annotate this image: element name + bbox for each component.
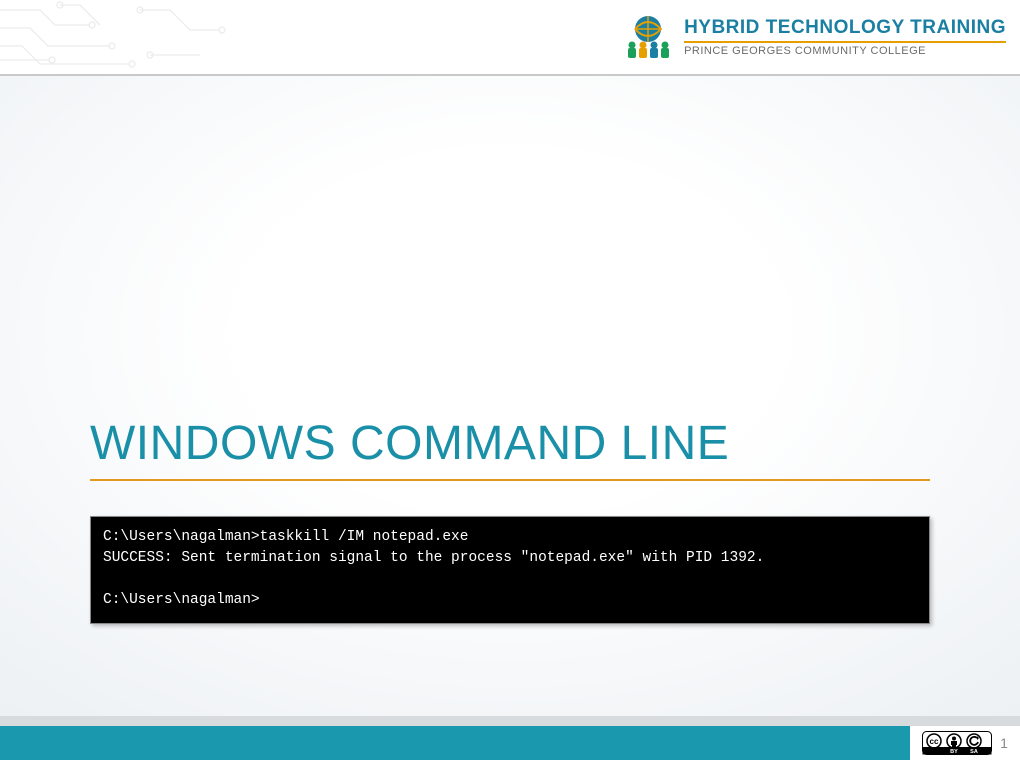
footer-bar: cc BY SA 1 [0,716,1020,765]
svg-text:cc: cc [930,737,939,746]
cc-by-sa-icon: cc BY SA [922,731,992,755]
brand-logo-block: HYBRID TECHNOLOGY TRAINING PRINCE GEORGE… [622,13,1006,61]
terminal-screenshot: C:\Users\nagalman>taskkill /IM notepad.e… [90,516,930,624]
people-globe-icon [622,13,674,61]
svg-text:BY: BY [950,749,958,755]
circuit-decoration [0,0,260,76]
page-number: 1 [1000,735,1008,751]
header-bar: HYBRID TECHNOLOGY TRAINING PRINCE GEORGE… [0,0,1020,76]
brand-subtitle: PRINCE GEORGES COMMUNITY COLLEGE [684,41,1006,57]
terminal-line: C:\Users\nagalman> [103,590,917,611]
slide-body: WINDOWS COMMAND LINE C:\Users\nagalman>t… [0,76,1020,716]
footer-right: cc BY SA 1 [910,716,1020,760]
terminal-line [103,569,917,590]
terminal-line: C:\Users\nagalman>taskkill /IM notepad.e… [103,527,917,548]
slide-title: WINDOWS COMMAND LINE [90,416,930,481]
brand-title: HYBRID TECHNOLOGY TRAINING [684,17,1006,39]
footer-accent [0,716,910,760]
terminal-line: SUCCESS: Sent termination signal to the … [103,548,917,569]
svg-text:SA: SA [970,749,978,755]
